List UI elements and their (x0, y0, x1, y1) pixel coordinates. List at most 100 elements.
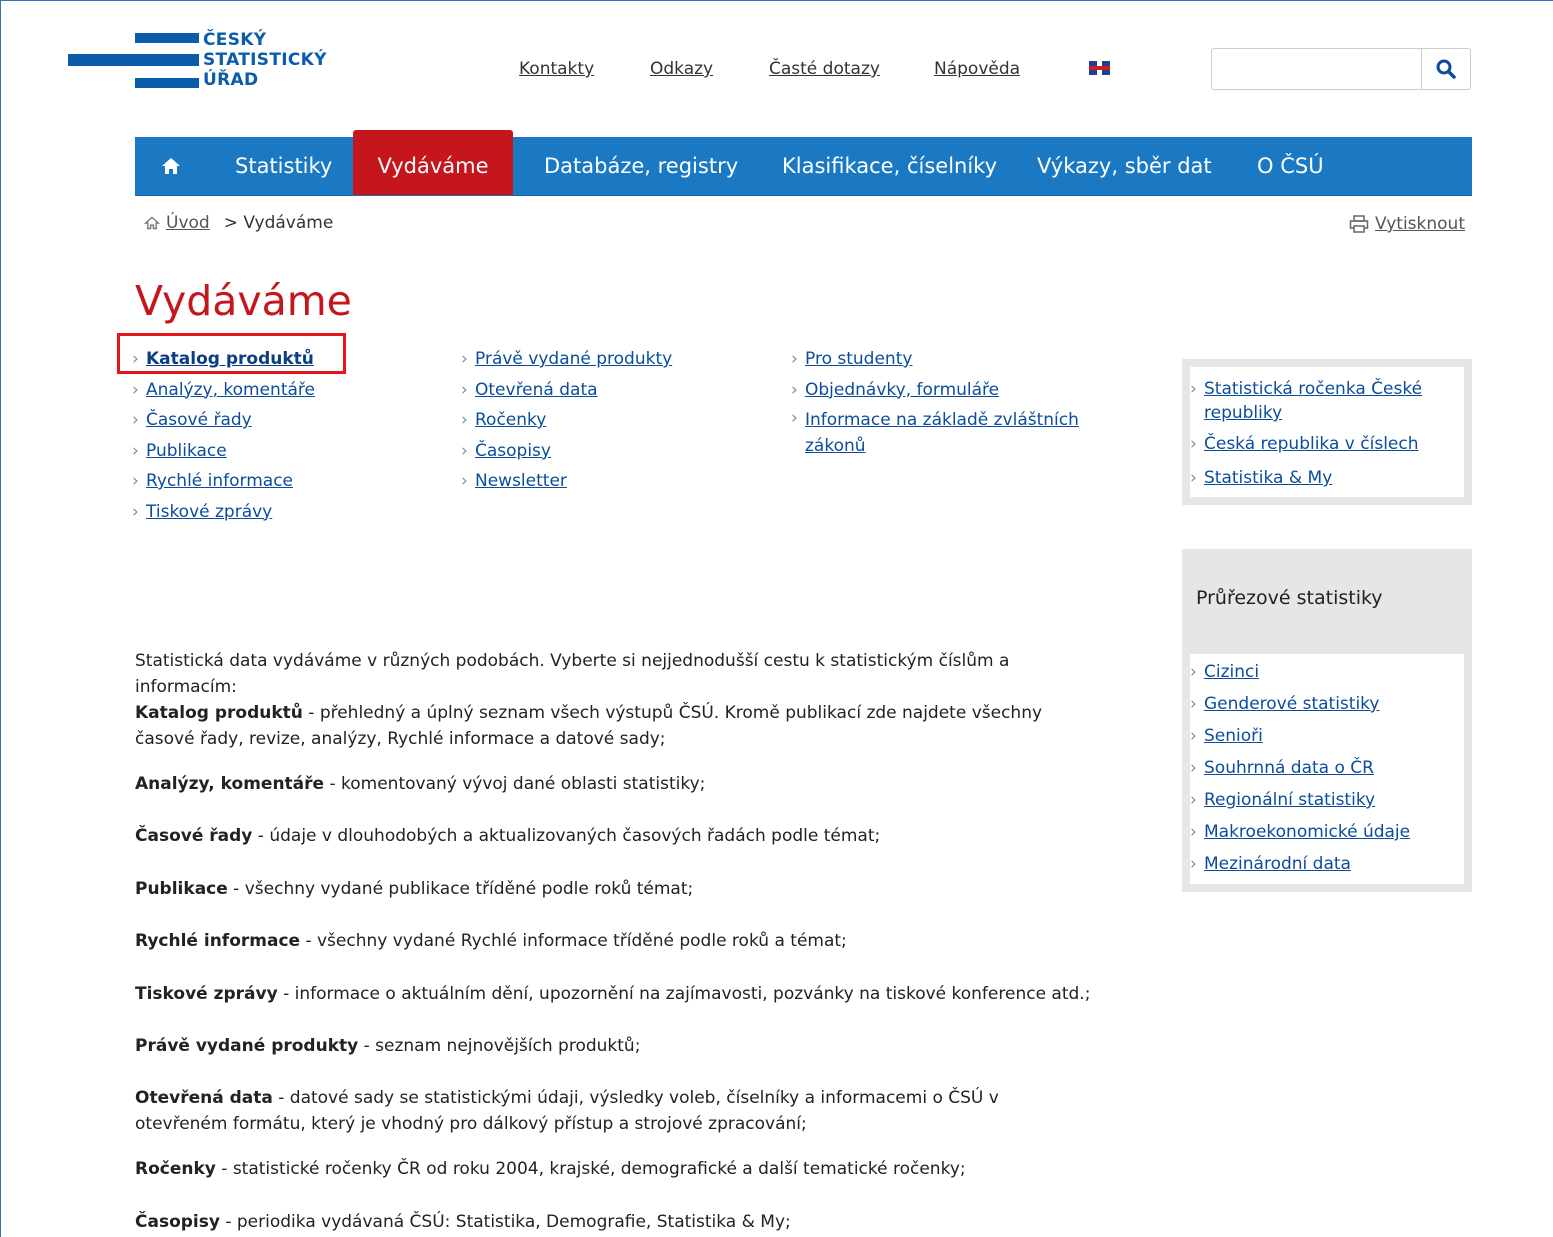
link-rychle-informace[interactable]: Rychlé informace (132, 466, 315, 497)
intro-text: Statistická data vydáváme v různých podo… (135, 651, 1010, 697)
top-link-napoveda[interactable]: Nápověda (934, 59, 1020, 79)
sidebar-link-cizinci[interactable]: Cizinci (1190, 662, 1259, 682)
description-term: Katalog produktů (135, 703, 303, 723)
links-column-3: Pro studenty Objednávky, formuláře Infor… (791, 344, 1095, 459)
sidebar-link-label: Genderové statistiky (1204, 694, 1380, 714)
search-input[interactable] (1212, 49, 1422, 89)
description-item: Otevřená data - datové sady se statistic… (135, 1085, 1095, 1137)
breadcrumb-home-link[interactable]: Úvod (166, 213, 210, 233)
sidebar-link-mezinarodni[interactable]: Mezinárodní data (1190, 854, 1351, 874)
nav-item-vydavame[interactable]: Vydáváme (353, 130, 513, 195)
link-label: Objednávky, formuláře (805, 379, 1000, 400)
description-text: - komentovaný vývoj dané oblasti statist… (324, 774, 706, 794)
link-label: Právě vydané produkty (475, 349, 673, 369)
sidebar-link-seniori[interactable]: Senioři (1190, 726, 1263, 746)
links-column-2: Právě vydané produkty Otevřená data Roče… (461, 344, 672, 497)
description-term: Publikace (135, 879, 228, 899)
description-text: - informace o aktuálním dění, upozornění… (277, 984, 1091, 1004)
highlight-box (117, 333, 346, 374)
description-term: Právě vydané produkty (135, 1036, 359, 1056)
nav-item-klasifikace[interactable]: Klasifikace, číselníky (782, 137, 997, 195)
description-term: Časové řady (135, 826, 253, 846)
logo-text-line1: ČESKÝ (203, 30, 267, 50)
link-pro-studenty[interactable]: Pro studenty (791, 344, 1095, 375)
description-item: Ročenky - statistické ročenky ČR od roku… (135, 1156, 1095, 1182)
sidebar-link-makroekonomicke[interactable]: Makroekonomické údaje (1190, 822, 1411, 842)
logo-bar (68, 54, 199, 66)
logo-bar (135, 78, 199, 88)
printer-icon (1349, 215, 1369, 233)
breadcrumb-current: > Vydáváme (223, 213, 334, 233)
logo-bar (135, 33, 199, 43)
description-item: Tiskové zprávy - informace o aktuálním d… (135, 981, 1095, 1007)
home-icon (162, 158, 180, 174)
sidebar-link-statistika-my[interactable]: Statistika & My (1190, 468, 1333, 488)
link-newsletter[interactable]: Newsletter (461, 466, 672, 497)
sidebar-link-label: Statistická ročenka České republiky (1204, 379, 1423, 423)
top-link-caste-dotazy[interactable]: Časté dotazy (769, 59, 880, 79)
link-otevrena-data[interactable]: Otevřená data (461, 375, 672, 406)
description-item: Právě vydané produkty - seznam nejnovějš… (135, 1033, 1095, 1059)
sidebar-link-label: Česká republika v číslech (1204, 434, 1419, 454)
description-text: - údaje v dlouhodobých a aktualizovaných… (252, 826, 881, 846)
sidebar-box-inner: Statistická ročenka České republiky Česk… (1190, 367, 1464, 497)
link-informace-zakonu[interactable]: Informace na základě zvláštních zákonů (791, 405, 1095, 459)
nav-item-statistiky[interactable]: Statistiky (235, 137, 332, 195)
sidebar-box-inner: Cizinci Genderové statistiky Senioři Sou… (1190, 654, 1464, 884)
link-label: Časopisy (475, 440, 551, 461)
description-text: - všechny vydané Rychlé informace tříděn… (300, 931, 847, 951)
link-prave-vydane-produkty[interactable]: Právě vydané produkty (461, 344, 672, 375)
nav-item-vykazy[interactable]: Výkazy, sběr dat (1037, 137, 1212, 195)
nav-item-o-csu[interactable]: O ČSÚ (1257, 137, 1324, 195)
logo-text-line3: ÚŘAD (203, 70, 259, 90)
link-label: Pro studenty (805, 349, 913, 369)
sidebar-link-label: Mezinárodní data (1204, 854, 1351, 874)
search-button[interactable] (1421, 49, 1470, 89)
search-icon (1436, 59, 1456, 79)
sidebar-link-genderove[interactable]: Genderové statistiky (1190, 694, 1380, 714)
csu-logo[interactable]: ČESKÝ STATISTICKÝ ÚŘAD (68, 30, 338, 94)
link-objednavky-formulare[interactable]: Objednávky, formuláře (791, 375, 1095, 406)
link-casove-rady[interactable]: Časové řady (132, 405, 315, 436)
description-item: Časové řady - údaje v dlouhodobých a akt… (135, 823, 1095, 849)
link-rocenky[interactable]: Ročenky (461, 405, 672, 436)
sidebar-link-label: Statistika & My (1204, 468, 1333, 488)
link-publikace[interactable]: Publikace (132, 436, 315, 467)
description-term: Ročenky (135, 1159, 216, 1179)
sidebar-link-regionalni[interactable]: Regionální statistiky (1190, 790, 1376, 810)
link-analyzy-komentare[interactable]: Analýzy, komentáře (132, 375, 315, 406)
nav-home[interactable] (135, 137, 207, 195)
description-text: - všechny vydané publikace tříděné podle… (227, 879, 694, 899)
description-item: Katalog produktů - přehledný a úplný sez… (135, 700, 1095, 752)
link-casopisy[interactable]: Časopisy (461, 436, 672, 467)
description-text: - statistické ročenky ČR od roku 2004, k… (215, 1159, 966, 1179)
nav-item-databaze[interactable]: Databáze, registry (544, 137, 738, 195)
uk-flag-icon[interactable] (1089, 61, 1110, 75)
link-label: Publikace (146, 440, 227, 461)
description-item: Rychlé informace - všechny vydané Rychlé… (135, 928, 1095, 954)
top-link-kontakty[interactable]: Kontakty (519, 59, 594, 79)
description-term: Analýzy, komentáře (135, 774, 325, 794)
sidebar-link-label: Souhrnná data o ČR (1204, 758, 1374, 778)
home-icon (144, 216, 160, 230)
main-nav: Statistiky Vydáváme Databáze, registry K… (135, 130, 1472, 196)
link-label: Analýzy, komentáře (146, 379, 315, 400)
breadcrumb: Úvod > Vydáváme (144, 213, 333, 233)
link-label: Otevřená data (475, 379, 598, 400)
link-tiskove-zpravy[interactable]: Tiskové zprávy (132, 497, 315, 528)
print-link[interactable]: Vytisknout (1349, 214, 1465, 234)
link-label: Newsletter (475, 471, 567, 491)
sidebar-link-cr-v-cislech[interactable]: Česká republika v číslech (1190, 434, 1419, 454)
description-term: Otevřená data (135, 1088, 273, 1108)
sidebar-link-label: Makroekonomické údaje (1204, 822, 1411, 842)
sidebar-link-rocenka[interactable]: Statistická ročenka České republiky (1190, 377, 1444, 425)
sidebar-link-label: Regionální statistiky (1204, 790, 1376, 810)
top-link-odkazy[interactable]: Odkazy (650, 59, 713, 79)
page-title: Vydáváme (135, 277, 352, 325)
link-label: Časové řady (146, 410, 252, 430)
description-term: Časopisy (135, 1212, 220, 1232)
description-item: Analýzy, komentáře - komentovaný vývoj d… (135, 771, 1095, 797)
search-box (1211, 48, 1471, 90)
description-item: Časopisy - periodika vydávaná ČSÚ: Stati… (135, 1209, 1095, 1235)
sidebar-link-souhrnna-data[interactable]: Souhrnná data o ČR (1190, 758, 1374, 778)
